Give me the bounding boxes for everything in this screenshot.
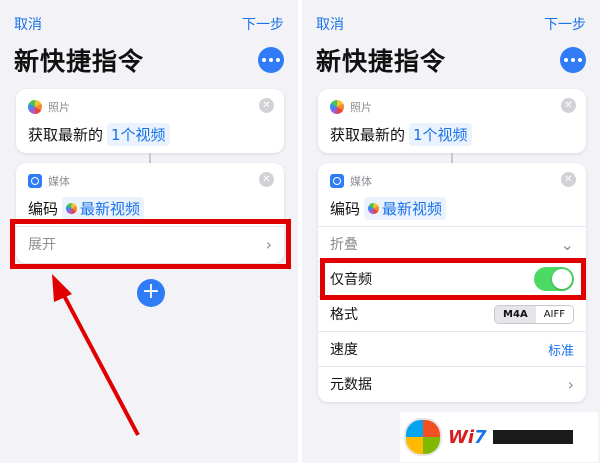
dot-icon bbox=[269, 58, 273, 62]
parameter-token[interactable]: 最新视频 bbox=[62, 197, 145, 220]
token-label: 最新视频 bbox=[382, 200, 443, 218]
dot-icon bbox=[276, 58, 280, 62]
photos-icon bbox=[28, 100, 42, 114]
chevron-right-icon: › bbox=[567, 374, 574, 394]
media-icon bbox=[28, 174, 42, 188]
card-app-label: 媒体 bbox=[350, 175, 372, 188]
more-options-button[interactable] bbox=[258, 47, 284, 73]
left-panel: 取消 下一步 新快捷指令 照片 ✕ 获取最新的 1个视频 媒体 ✕ 编码 最新视… bbox=[0, 0, 298, 463]
format-option-aiff[interactable]: AIFF bbox=[535, 305, 573, 323]
dot-icon bbox=[578, 58, 582, 62]
audio-only-row: 仅音频 bbox=[318, 262, 586, 296]
metadata-row[interactable]: 元数据 › bbox=[318, 367, 586, 401]
format-option-m4a[interactable]: M4A bbox=[495, 305, 536, 323]
arrow-head bbox=[52, 274, 72, 302]
close-icon[interactable]: ✕ bbox=[259, 172, 274, 187]
page-title: 新快捷指令 bbox=[316, 47, 447, 76]
parameter-token[interactable]: 1个视频 bbox=[409, 123, 472, 146]
card-header: 媒体 bbox=[330, 173, 372, 189]
next-button[interactable]: 下一步 bbox=[544, 14, 586, 34]
dot-icon bbox=[571, 58, 575, 62]
card-header: 媒体 bbox=[28, 173, 70, 189]
format-segmented-control: M4A AIFF bbox=[494, 304, 574, 324]
card-body: 编码 最新视频 bbox=[28, 197, 145, 220]
photos-icon bbox=[368, 203, 380, 214]
dot-icon bbox=[262, 58, 266, 62]
card-header: 照片 bbox=[330, 99, 372, 115]
card-app-label: 照片 bbox=[350, 101, 372, 114]
action-card-encode-media[interactable]: 媒体 ✕ 编码 最新视频 展开 › bbox=[16, 163, 284, 263]
audio-only-toggle[interactable] bbox=[534, 267, 574, 291]
chevron-right-icon: › bbox=[265, 234, 272, 254]
audio-only-label: 仅音频 bbox=[330, 272, 372, 288]
token-label: 最新视频 bbox=[80, 200, 141, 218]
red-arrow bbox=[52, 274, 140, 436]
close-icon[interactable]: ✕ bbox=[561, 98, 576, 113]
watermark: Wi7 bbox=[400, 412, 598, 462]
card-header: 照片 bbox=[28, 99, 70, 115]
card-app-label: 媒体 bbox=[48, 175, 70, 188]
card-body: 获取最新的 1个视频 bbox=[28, 123, 170, 146]
action-card-get-latest-videos[interactable]: 照片 ✕ 获取最新的 1个视频 bbox=[318, 89, 586, 153]
parameter-token[interactable]: 1个视频 bbox=[107, 123, 170, 146]
speed-label: 速度 bbox=[330, 342, 358, 358]
action-card-get-latest-videos[interactable]: 照片 ✕ 获取最新的 1个视频 bbox=[16, 89, 284, 153]
more-options-button[interactable] bbox=[560, 47, 586, 73]
card-body: 编码 最新视频 bbox=[330, 197, 447, 220]
arrow-shaft bbox=[58, 287, 140, 436]
collapse-label: 折叠 bbox=[330, 237, 358, 253]
connector-line bbox=[149, 153, 151, 163]
collapse-row[interactable]: 折叠 ⌄ bbox=[318, 227, 586, 261]
expand-row[interactable]: 展开 › bbox=[16, 227, 284, 261]
media-icon bbox=[330, 174, 344, 188]
action-text: 编码 bbox=[330, 200, 361, 218]
chevron-down-icon: ⌄ bbox=[560, 234, 574, 254]
parameter-token[interactable]: 最新视频 bbox=[364, 197, 447, 220]
card-app-label: 照片 bbox=[48, 101, 70, 114]
watermark-text: Wi7 bbox=[448, 427, 487, 448]
right-panel: 取消 下一步 新快捷指令 照片 ✕ 获取最新的 1个视频 媒体 ✕ 编码 最新视… bbox=[302, 0, 600, 463]
expand-label: 展开 bbox=[28, 237, 56, 253]
card-body: 获取最新的 1个视频 bbox=[330, 123, 472, 146]
format-label: 格式 bbox=[330, 307, 358, 323]
cancel-button[interactable]: 取消 bbox=[316, 14, 344, 34]
action-text: 获取最新的 bbox=[330, 126, 406, 144]
speed-value[interactable]: 标准 bbox=[548, 340, 574, 359]
next-button[interactable]: 下一步 bbox=[242, 14, 284, 34]
action-card-encode-media[interactable]: 媒体 ✕ 编码 最新视频 折叠 ⌄ 仅音频 格式 M4A AIFF 速度 标准 … bbox=[318, 163, 586, 402]
action-text: 编码 bbox=[28, 200, 59, 218]
windows-logo-icon bbox=[404, 418, 442, 456]
watermark-bar bbox=[492, 430, 573, 444]
close-icon[interactable]: ✕ bbox=[259, 98, 274, 113]
photos-icon bbox=[330, 100, 344, 114]
close-icon[interactable]: ✕ bbox=[561, 172, 576, 187]
connector-line bbox=[451, 153, 453, 163]
watermark-win: Wi bbox=[448, 426, 475, 448]
metadata-label: 元数据 bbox=[330, 377, 372, 393]
page-title: 新快捷指令 bbox=[14, 47, 145, 76]
photos-icon bbox=[66, 203, 78, 214]
dot-icon bbox=[564, 58, 568, 62]
action-text: 获取最新的 bbox=[28, 126, 104, 144]
format-row: 格式 M4A AIFF bbox=[318, 297, 586, 331]
cancel-button[interactable]: 取消 bbox=[14, 14, 42, 34]
watermark-seven: 7 bbox=[474, 426, 487, 448]
speed-row[interactable]: 速度 标准 bbox=[318, 332, 586, 366]
